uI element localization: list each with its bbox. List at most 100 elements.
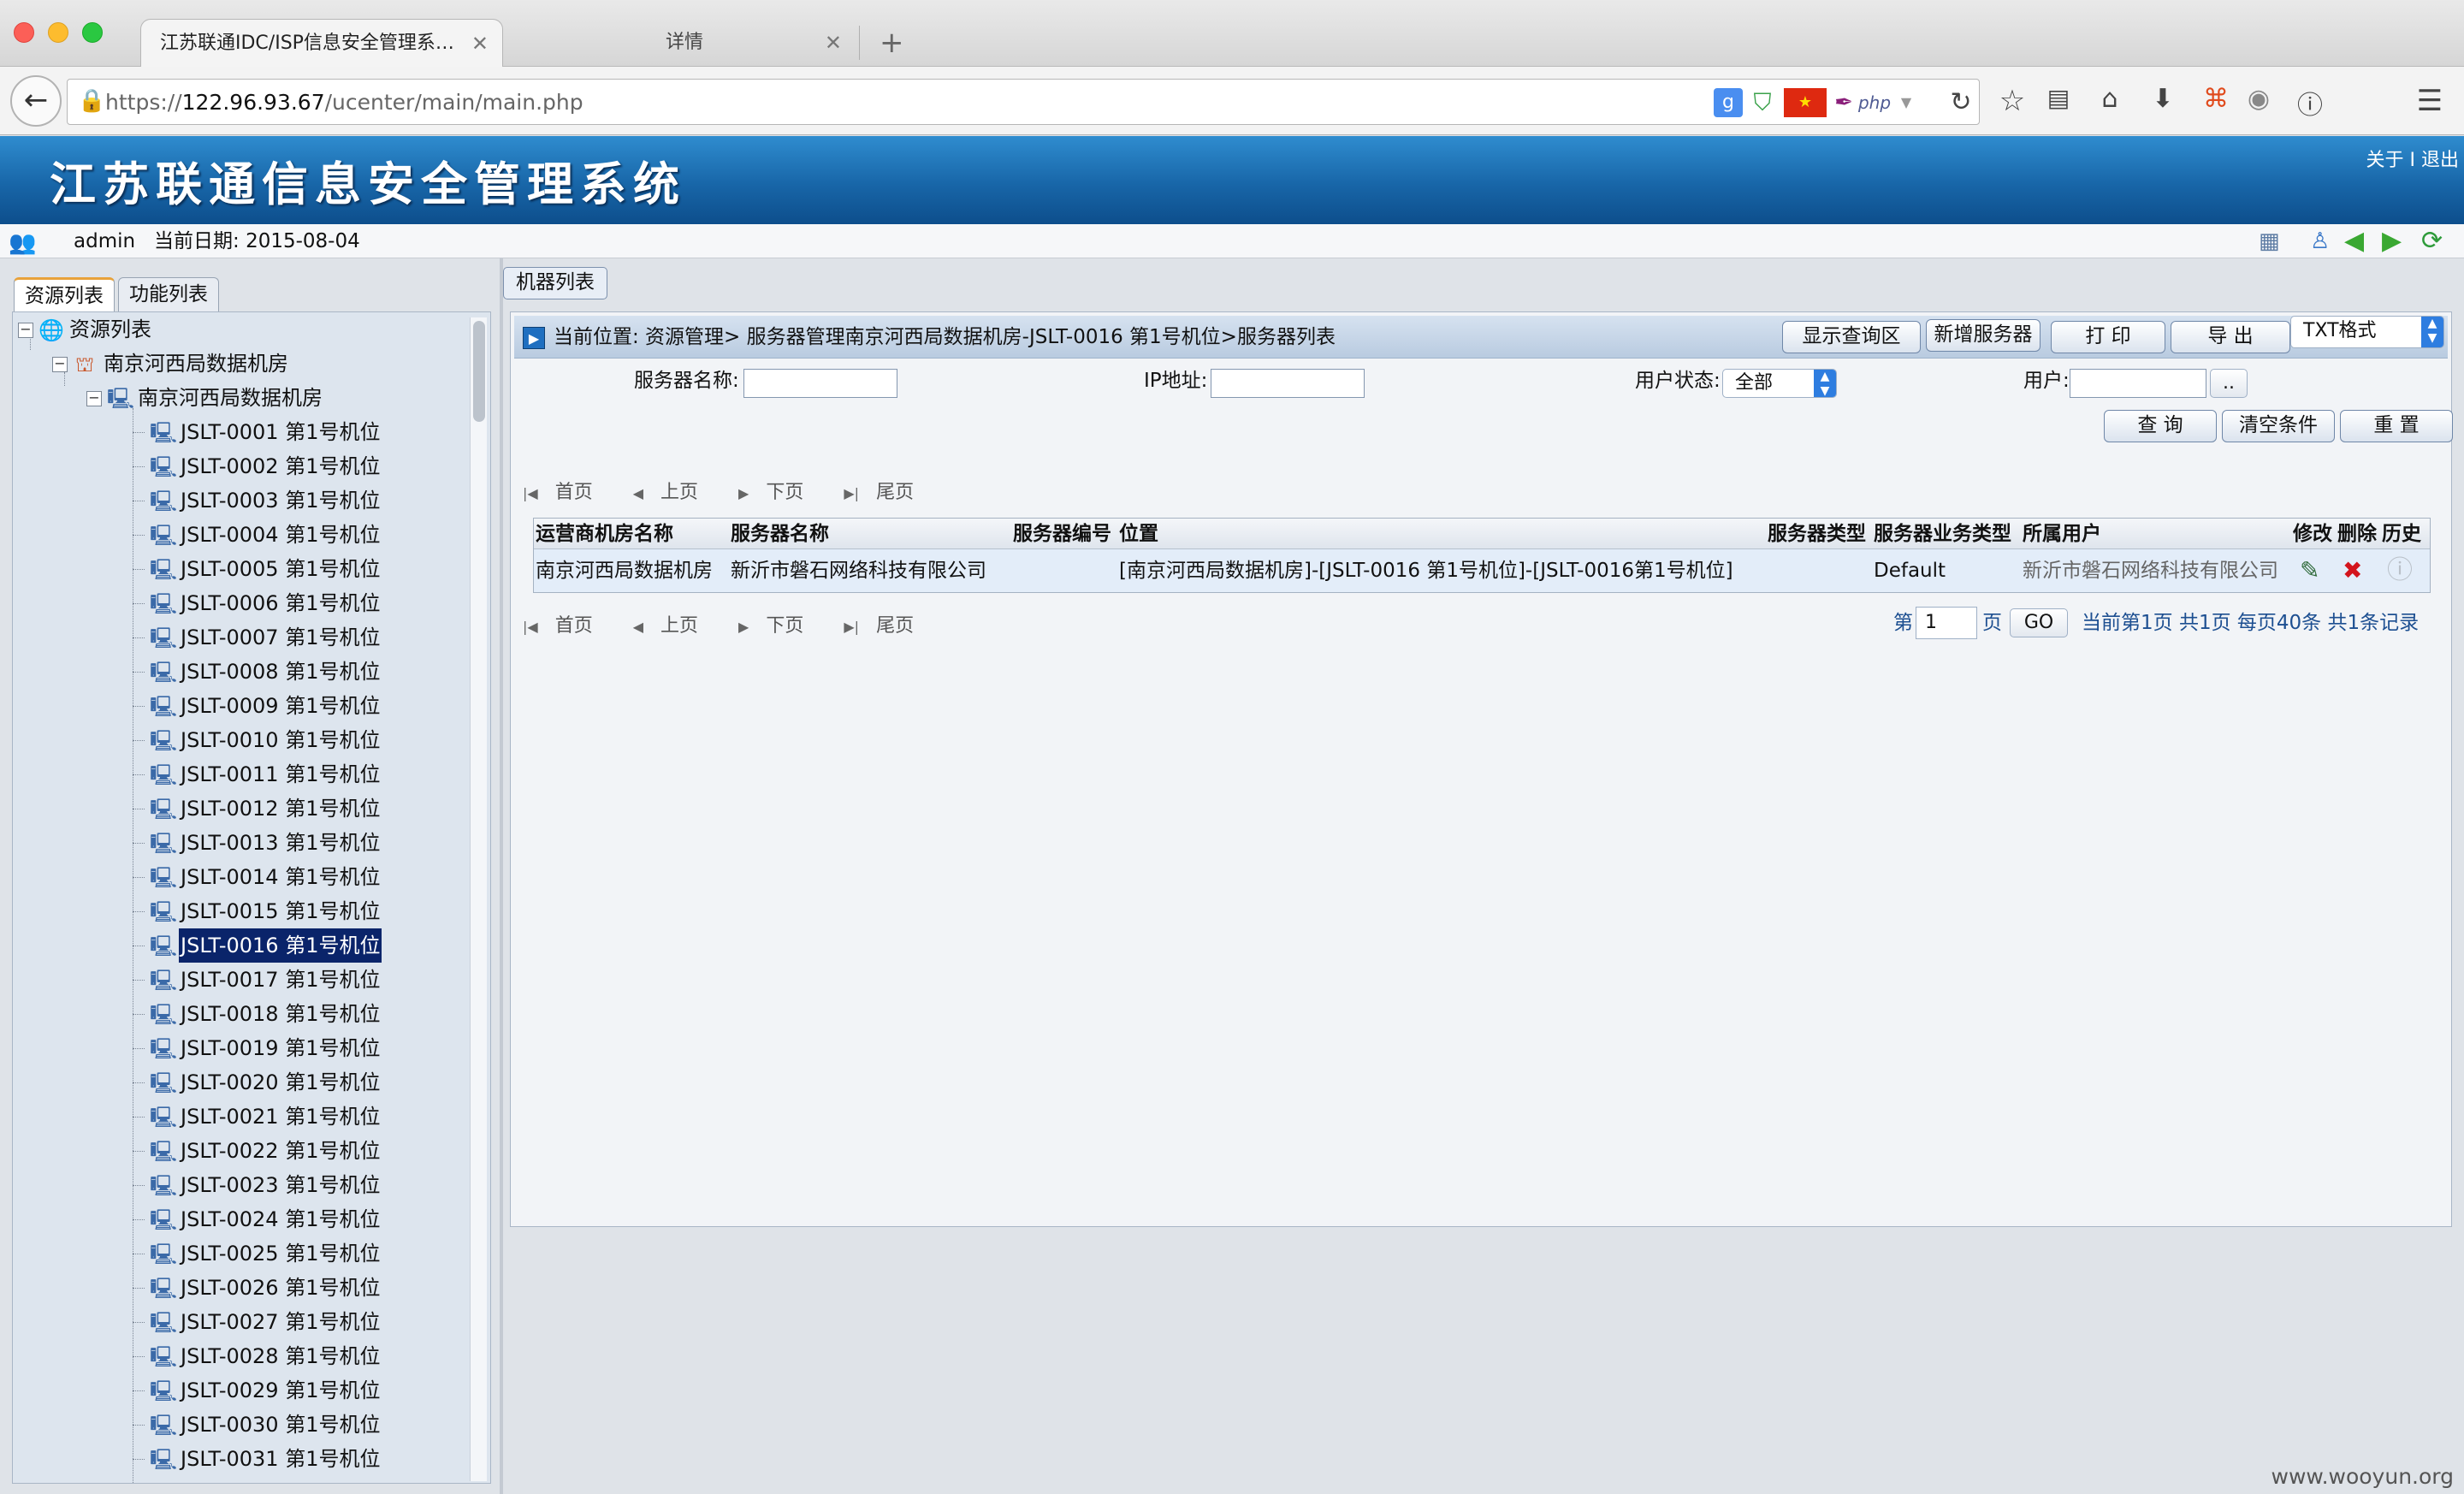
profile-globe-icon[interactable]: ◉ [2242,84,2276,114]
tree-item-position[interactable]: 🖳 JSLT-0003 第1号机位 [133,483,382,518]
tree-item-position[interactable]: 🖳 JSLT-0020 第1号机位 [133,1065,382,1100]
dropdown-arrow-icon[interactable]: ▼ [1895,88,1917,117]
tab-close-icon[interactable]: ✕ [471,20,489,68]
tree-item-position[interactable]: 🖳 JSLT-0025 第1号机位 [133,1236,382,1271]
info-circle-icon[interactable]: ⓘ [2293,84,2327,122]
about-link[interactable]: 关于 [2366,150,2403,171]
tree-item-position[interactable]: 🖳 JSLT-0021 第1号机位 [133,1100,382,1134]
delete-icon[interactable]: ✖ [2343,549,2362,592]
php-extension-icon[interactable]: php [1857,88,1892,117]
tree-datacenter[interactable]: − ⛫ 南京河西局数据机房 [52,347,290,381]
pager-first[interactable]: |◀ 首页 [523,482,610,503]
tree-item-position[interactable]: 🖳 JSLT-0026 第1号机位 [133,1271,382,1305]
tree-item-position[interactable]: 🖳 JSLT-0030 第1号机位 [133,1408,382,1442]
tree-scroll-thumb[interactable] [473,321,485,422]
tree-scrollbar[interactable] [470,317,487,1481]
tree-room[interactable]: − 🖳 南京河西局数据机房 [86,381,324,415]
home-icon[interactable]: ⌂ [2093,84,2127,114]
refresh-icon[interactable]: ⟳ [2421,226,2443,257]
tree-item-position[interactable]: 🖳 JSLT-0028 第1号机位 [133,1339,382,1373]
tree-item-position[interactable]: 🖳 JSLT-0012 第1号机位 [133,791,382,826]
pager-prev[interactable]: ◀ 上页 [633,615,715,637]
table-row[interactable]: 南京河西局数据机房 新沂市磐石网络科技有限公司 [南京河西局数据机房]-[JSL… [534,549,2430,592]
tree-root[interactable]: − 🌐 资源列表 [18,312,153,347]
tab-function-list[interactable]: 功能列表 [118,277,219,311]
tree-item-position[interactable]: 🖳 JSLT-0014 第1号机位 [133,860,382,894]
tab-machine-list[interactable]: 机器列表 [503,267,607,299]
show-query-button[interactable]: 显示查询区 [1782,321,1921,353]
pager-prev[interactable]: ◀ 上页 [633,482,715,503]
tree-item-position[interactable]: 🖳 JSLT-0016 第1号机位 [133,928,382,963]
tree-item-position[interactable]: 🖳 JSLT-0024 第1号机位 [133,1202,382,1236]
window-close-button[interactable] [14,22,34,43]
panel-divider[interactable] [500,258,503,1494]
clear-conditions-button[interactable]: 清空条件 [2222,410,2335,442]
tree-item-position[interactable]: 🖳 JSLT-0013 第1号机位 [133,826,382,860]
tree-item-position[interactable]: 🖳 JSLT-0017 第1号机位 [133,963,382,997]
back-button[interactable]: ← [10,75,62,127]
back-green-arrow-icon[interactable]: ◀ [2344,226,2364,257]
user-status-select[interactable]: 全部 ▲ ▼ [1722,369,1837,398]
tree-item-position[interactable]: 🖳 JSLT-0006 第1号机位 [133,586,382,620]
window-minimize-button[interactable] [48,22,68,43]
tree-item-position[interactable]: 🖳 JSLT-0004 第1号机位 [133,518,382,552]
calendar-icon[interactable]: ▦ [2259,226,2280,257]
address-bar[interactable]: 🔒 https://122.96.93.67/ucenter/main/main… [67,79,1980,125]
china-flag-icon[interactable]: ★ [1784,88,1827,117]
tree-item-position[interactable]: 🖳 JSLT-0010 第1号机位 [133,723,382,757]
export-format-select[interactable]: TXT格式 ▲ ▼ [2290,316,2444,348]
shield-extension-icon[interactable]: ⛉ [1750,88,1775,117]
pager-next[interactable]: ▶ 下页 [738,482,820,503]
tree-item-position[interactable]: 🖳 JSLT-0008 第1号机位 [133,655,382,689]
tree-item-position[interactable]: 🖳 JSLT-0029 第1号机位 [133,1373,382,1408]
tree-item-position[interactable]: 🖳 JSLT-0007 第1号机位 [133,620,382,655]
browser-tab-details[interactable]: 详情 ✕ [513,19,856,67]
export-button[interactable]: 导 出 [2171,321,2290,353]
collapse-icon[interactable]: − [86,391,102,406]
print-button[interactable]: 打 印 [2051,321,2165,353]
ip-input[interactable] [1211,369,1365,398]
pager-first[interactable]: |◀ 首页 [523,615,610,637]
reload-icon[interactable]: ↻ [1946,88,1975,117]
user-picker-button[interactable]: .. [2210,369,2248,398]
tree-item-position[interactable]: 🖳 JSLT-0018 第1号机位 [133,997,382,1031]
tree-item-position[interactable]: 🖳 JSLT-0011 第1号机位 [133,757,382,791]
page-number-input[interactable]: 1 [1916,607,1977,639]
feather-icon[interactable]: ✒ [1833,88,1854,117]
reset-button[interactable]: 重 置 [2340,410,2453,442]
forward-green-arrow-icon[interactable]: ▶ [2382,226,2402,257]
edit-icon[interactable]: ✎ [2300,549,2319,592]
download-icon[interactable]: ⬇ [2146,84,2180,114]
pager-next[interactable]: ▶ 下页 [738,615,820,637]
tab-resource-list[interactable]: 资源列表 [14,277,115,311]
collapse-icon[interactable]: − [52,357,68,372]
collapse-icon[interactable]: − [18,323,33,338]
google-extension-icon[interactable]: g [1714,88,1743,117]
addon-icon[interactable]: ⌘ [2199,84,2233,114]
tree-item-position[interactable]: 🖳 JSLT-0001 第1号机位 [133,415,382,449]
browser-tab-active[interactable]: 江苏联通IDC/ISP信息安全管理系… ✕ [140,19,503,67]
tree-item-position[interactable]: 🖳 JSLT-0031 第1号机位 [133,1442,382,1476]
pager-last[interactable]: ▶| 尾页 [844,615,931,637]
query-button[interactable]: 查 询 [2104,410,2217,442]
tree-item-position[interactable]: 🖳 JSLT-0019 第1号机位 [133,1031,382,1065]
tree-item-position[interactable]: 🖳 JSLT-0022 第1号机位 [133,1134,382,1168]
server-name-input[interactable] [743,369,897,398]
logout-link[interactable]: 退出 [2421,150,2459,171]
bookmark-star-icon[interactable]: ☆ [1995,84,2029,118]
reading-list-icon[interactable]: ▤ [2041,84,2076,112]
user-input[interactable] [2070,369,2206,398]
tree-item-position[interactable]: 🖳 JSLT-0023 第1号机位 [133,1168,382,1202]
history-icon[interactable]: ⓘ [2387,549,2413,592]
menu-hamburger-icon[interactable]: ☰ [2413,84,2447,118]
tree-item-position[interactable]: 🖳 JSLT-0005 第1号机位 [133,552,382,586]
window-maximize-button[interactable] [82,22,103,43]
tree-item-position[interactable]: 🖳 JSLT-0002 第1号机位 [133,449,382,483]
person-icon[interactable]: ♙ [2310,226,2330,257]
tree-item-position[interactable]: 🖳 JSLT-0009 第1号机位 [133,689,382,723]
add-server-button[interactable]: 新增服务器 [1926,319,2040,352]
tree-item-position[interactable]: 🖳 JSLT-0027 第1号机位 [133,1305,382,1339]
tree-item-position[interactable]: 🖳 JSLT-0015 第1号机位 [133,894,382,928]
pager-last[interactable]: ▶| 尾页 [844,482,931,503]
tab-close-icon[interactable]: ✕ [825,19,842,67]
